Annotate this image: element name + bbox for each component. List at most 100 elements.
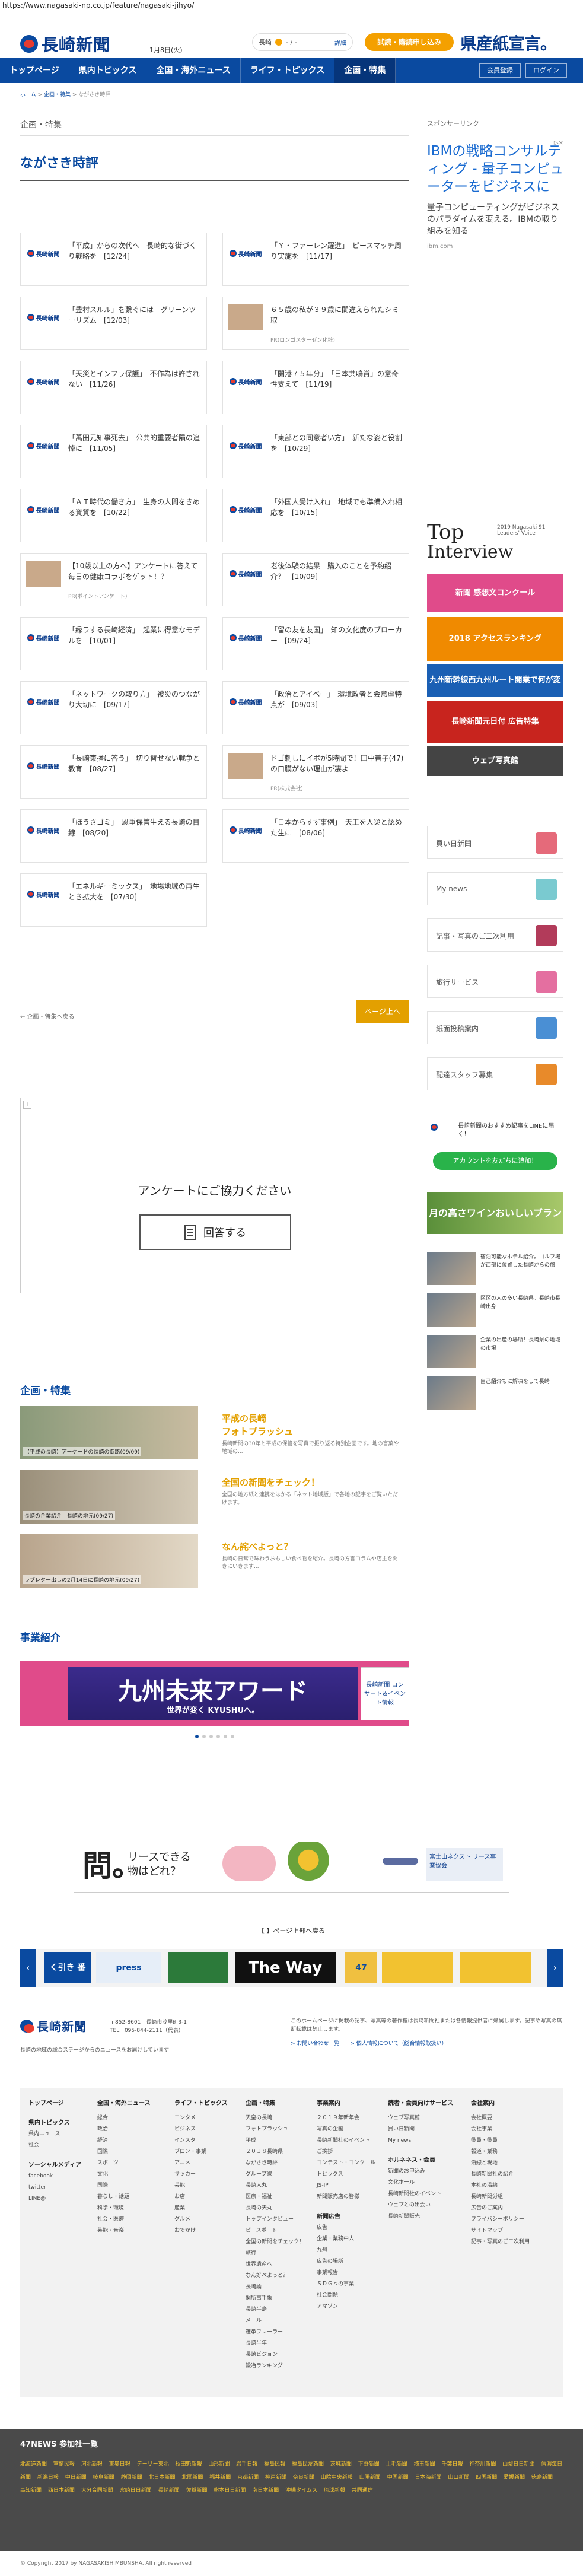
sitemap-link[interactable]: 長崎新聞社の紹介 (471, 2169, 542, 2180)
back-to-top-link[interactable]: 【 】ページ上部へ戻る (0, 1926, 583, 1935)
sitemap-link[interactable]: 長崎半年 (246, 2338, 317, 2349)
page-top-button[interactable]: ページ上へ (356, 1000, 409, 1023)
article-card[interactable]: 長崎新聞 「日本からすず事例」 天王を人災と認めた生に [08/06] (222, 809, 409, 863)
article-card[interactable]: 長崎新聞 「Ｙ・ファーレン躍進」 ピースマッチ周り実施を [11/17] (222, 233, 409, 286)
side-news-item[interactable]: 宿泊可能なホテル紹介。ゴルフ場が西部に位置した長崎からの旅 (427, 1252, 563, 1285)
news47-paper-link[interactable]: 上毛新聞 (386, 2461, 407, 2467)
sidebar-banner[interactable]: 新聞 感想文コンクール (427, 574, 563, 612)
article-thumbnail[interactable]: 長崎新聞 (26, 689, 61, 715)
article-thumbnail[interactable]: 長崎新聞 (228, 497, 263, 523)
feature-row[interactable]: ラブレター出しの2月14日に長崎の地元(09/27) なん詫べよっと？ 長崎の日… (20, 1534, 409, 1588)
article-thumbnail[interactable]: 長崎新聞 (26, 817, 61, 843)
news47-paper-link[interactable]: デーリー東北 (137, 2461, 169, 2467)
feature-image[interactable]: ラブレター出しの2月14日に長崎の地元(09/27) (20, 1534, 198, 1588)
back-to-feature-link[interactable]: ← 企画・特集へ戻る (20, 1012, 75, 1020)
article-thumbnail[interactable] (26, 561, 61, 587)
sitemap-link[interactable]: ウェブとの出会い (388, 2200, 459, 2211)
article-title[interactable]: 「ネットワークの取り方」 被災のつながり大切に [09/17] (68, 689, 202, 710)
sitemap-link[interactable]: 長崎ビジョン (246, 2349, 317, 2361)
sitemap-heading[interactable]: 企画・特集 (246, 2098, 317, 2109)
sitemap-link[interactable]: 文化 (97, 2169, 168, 2180)
sitemap-link[interactable]: なん好べよっと？ (246, 2270, 317, 2282)
sitemap-link[interactable]: サッカー (174, 2169, 246, 2180)
side-news-text[interactable]: 区区の人の多い長崎県。長崎市長崎出身 (480, 1295, 563, 1311)
article-card[interactable]: 長崎新聞 「萬田元知事死去」 公共的重要者隕の追悼に [11/05] (20, 425, 207, 478)
carousel-dot[interactable] (216, 1735, 220, 1738)
sitemap-link[interactable]: 新聞のお申込み (388, 2166, 459, 2177)
sitemap-link[interactable]: エンタメ (174, 2113, 246, 2124)
sitemap-link[interactable]: アニメ (174, 2158, 246, 2169)
news47-paper-link[interactable]: 宮崎日日新聞 (120, 2488, 152, 2494)
news47-paper-link[interactable]: 長崎新聞 (158, 2488, 180, 2494)
news47-paper-link[interactable]: 愛媛新聞 (504, 2475, 525, 2480)
sitemap-link[interactable]: 長崎新聞労組 (471, 2192, 542, 2203)
partner-banner[interactable]: The Way (235, 1952, 336, 1983)
sidebar-banner[interactable]: 九州新幹線西九州ルート開業で何が変わる？ (427, 664, 563, 717)
footer-notice-links[interactable]: > お問い合わせ一覧 > 個人情報について（総合情報取扱い） (291, 2040, 563, 2048)
news47-paper-link[interactable]: 中日新聞 (65, 2475, 87, 2480)
sidebar-banner[interactable]: 長崎新聞元日付 広告特集 (427, 701, 563, 743)
article-title[interactable]: 老後体験の結果 購入のことを予約紹介？ [10/09] (270, 561, 404, 582)
carousel-dot[interactable] (224, 1735, 227, 1738)
news47-paper-link[interactable]: 京都新聞 (237, 2475, 259, 2480)
sitemap-subheading[interactable]: 県内トピックス (28, 2117, 100, 2129)
sitemap-link[interactable]: おでかけ (174, 2225, 246, 2237)
address-bar[interactable]: https://www.nagasaki-np.co.jp/feature/na… (0, 0, 583, 11)
article-card[interactable]: 長崎新聞 「ＡＩ時代の働き方」 生身の人間をきめる資質を [10/22] (20, 489, 207, 542)
sitemap-link[interactable]: サイトマップ (471, 2225, 542, 2237)
article-title[interactable]: 「エネルギーミックス」 地場地域の再生とき拡大を [07/30] (68, 881, 202, 902)
sitemap-link[interactable]: メール (246, 2316, 317, 2327)
sitemap-link[interactable]: 文化ホール (388, 2177, 459, 2189)
news47-paper-link[interactable]: 福島民友新聞 (292, 2461, 324, 2467)
article-title[interactable]: 「萬田元知事死去」 公共的重要者隕の追悼に [11/05] (68, 432, 202, 454)
sitemap-link[interactable]: 総合 (97, 2113, 168, 2124)
sponsor-ad[interactable]: ▷✕ IBMの戦略コンサルティング - 量子コンピューターをビジネスに 量子コン… (427, 140, 563, 250)
article-thumbnail[interactable]: 長崎新聞 (26, 625, 61, 651)
article-thumbnail[interactable]: 長崎新聞 (26, 432, 61, 459)
sitemap-heading[interactable]: ライフ・トピックス (174, 2098, 246, 2109)
news47-paper-link[interactable]: 河北新報 (81, 2461, 103, 2467)
article-card[interactable]: 長崎新聞 「平成」からの次代へ 長崎的な街づくり戦略を [12/24] (20, 233, 207, 286)
sitemap-link[interactable]: ２０１８長崎県 (246, 2146, 317, 2158)
article-card[interactable]: 長崎新聞 「天災とインフラ保護」 不作為は許されない [11/26] (20, 361, 207, 414)
article-thumbnail[interactable]: 長崎新聞 (228, 689, 263, 715)
news47-paper-link[interactable]: 南日本新聞 (252, 2488, 279, 2494)
news47-paper-link[interactable]: 山口新聞 (448, 2475, 469, 2480)
news47-paper-link[interactable]: 東奥日報 (109, 2461, 130, 2467)
wine-banner[interactable]: 月の高さワインおいしいブランド (427, 1192, 563, 1260)
sitemap-link[interactable]: グルメ (174, 2214, 246, 2225)
sitemap-link[interactable]: 社会・医療 (97, 2214, 168, 2225)
sitemap-link[interactable]: 広告の場所 (317, 2256, 388, 2267)
sidebar-banner[interactable]: 2018 アクセスランキング (427, 617, 563, 661)
sitemap-subheading[interactable]: 新聞広告 (317, 2211, 388, 2222)
news47-paper-link[interactable]: 新潟日報 (37, 2475, 59, 2480)
sitemap-link[interactable]: 記事・写真のご二次利用 (471, 2237, 542, 2248)
news47-paper-link[interactable]: 岐阜新聞 (93, 2475, 114, 2480)
sidebar-link[interactable]: 旅行サービス (427, 965, 563, 998)
award-banner[interactable]: 九州未来アワード 世界が変く KYUSHUへ。 (68, 1667, 358, 1720)
sitemap-link[interactable]: 長崎論 (246, 2282, 317, 2293)
news47-paper-link[interactable]: 福島民報 (264, 2461, 285, 2467)
article-card[interactable]: 長崎新聞 「東部との同意者い方」 新たな姿と役割を [10/29] (222, 425, 409, 478)
article-card[interactable]: 長崎新聞 「ネットワークの取り方」 被災のつながり大切に [09/17] (20, 681, 207, 734)
article-thumbnail[interactable]: 長崎新聞 (228, 432, 263, 459)
nav-feature[interactable]: 企画・特集 (334, 58, 396, 83)
sitemap-link[interactable]: 社会問題 (317, 2290, 388, 2301)
sitemap-link[interactable]: 新聞販売店の皆様 (317, 2192, 388, 2203)
sidebar-link[interactable]: 記事・写真のご二次利用 (427, 918, 563, 952)
article-title[interactable]: 「平成」からの次代へ 長崎的な街づくり戦略を [12/24] (68, 240, 202, 262)
login-button[interactable]: ログイン (525, 63, 567, 78)
article-card[interactable]: 長崎新聞 「開港７５年分」 「日本共鳴賞」の意奇性支えて [11/19] (222, 361, 409, 414)
news47-paper-link[interactable]: 四国新聞 (476, 2475, 497, 2480)
news47-paper-link[interactable]: 高知新聞 (20, 2488, 42, 2494)
article-card[interactable]: ６５歳の私が３９歳に間違えられたシミ取 PR(ロンゴスターゼン化粧) (222, 297, 409, 350)
sitemap-link[interactable]: 買い日新聞 (388, 2124, 459, 2135)
sitemap-link[interactable]: 芸能 (174, 2180, 246, 2192)
sitemap-link[interactable]: 長崎新聞販売 (388, 2211, 459, 2222)
partner-banner[interactable]: く引き 番 (44, 1952, 91, 1983)
sitemap-link[interactable]: 広告のご案内 (471, 2203, 542, 2214)
article-title[interactable]: 「外国人受け入れ」 地域でも準備入れ相応を [10/15] (270, 497, 404, 518)
sitemap-link[interactable]: 暮らし・話題 (97, 2192, 168, 2203)
sitemap-link[interactable]: 事業報告 (317, 2267, 388, 2279)
sitemap-link[interactable]: 会社事業 (471, 2124, 542, 2135)
